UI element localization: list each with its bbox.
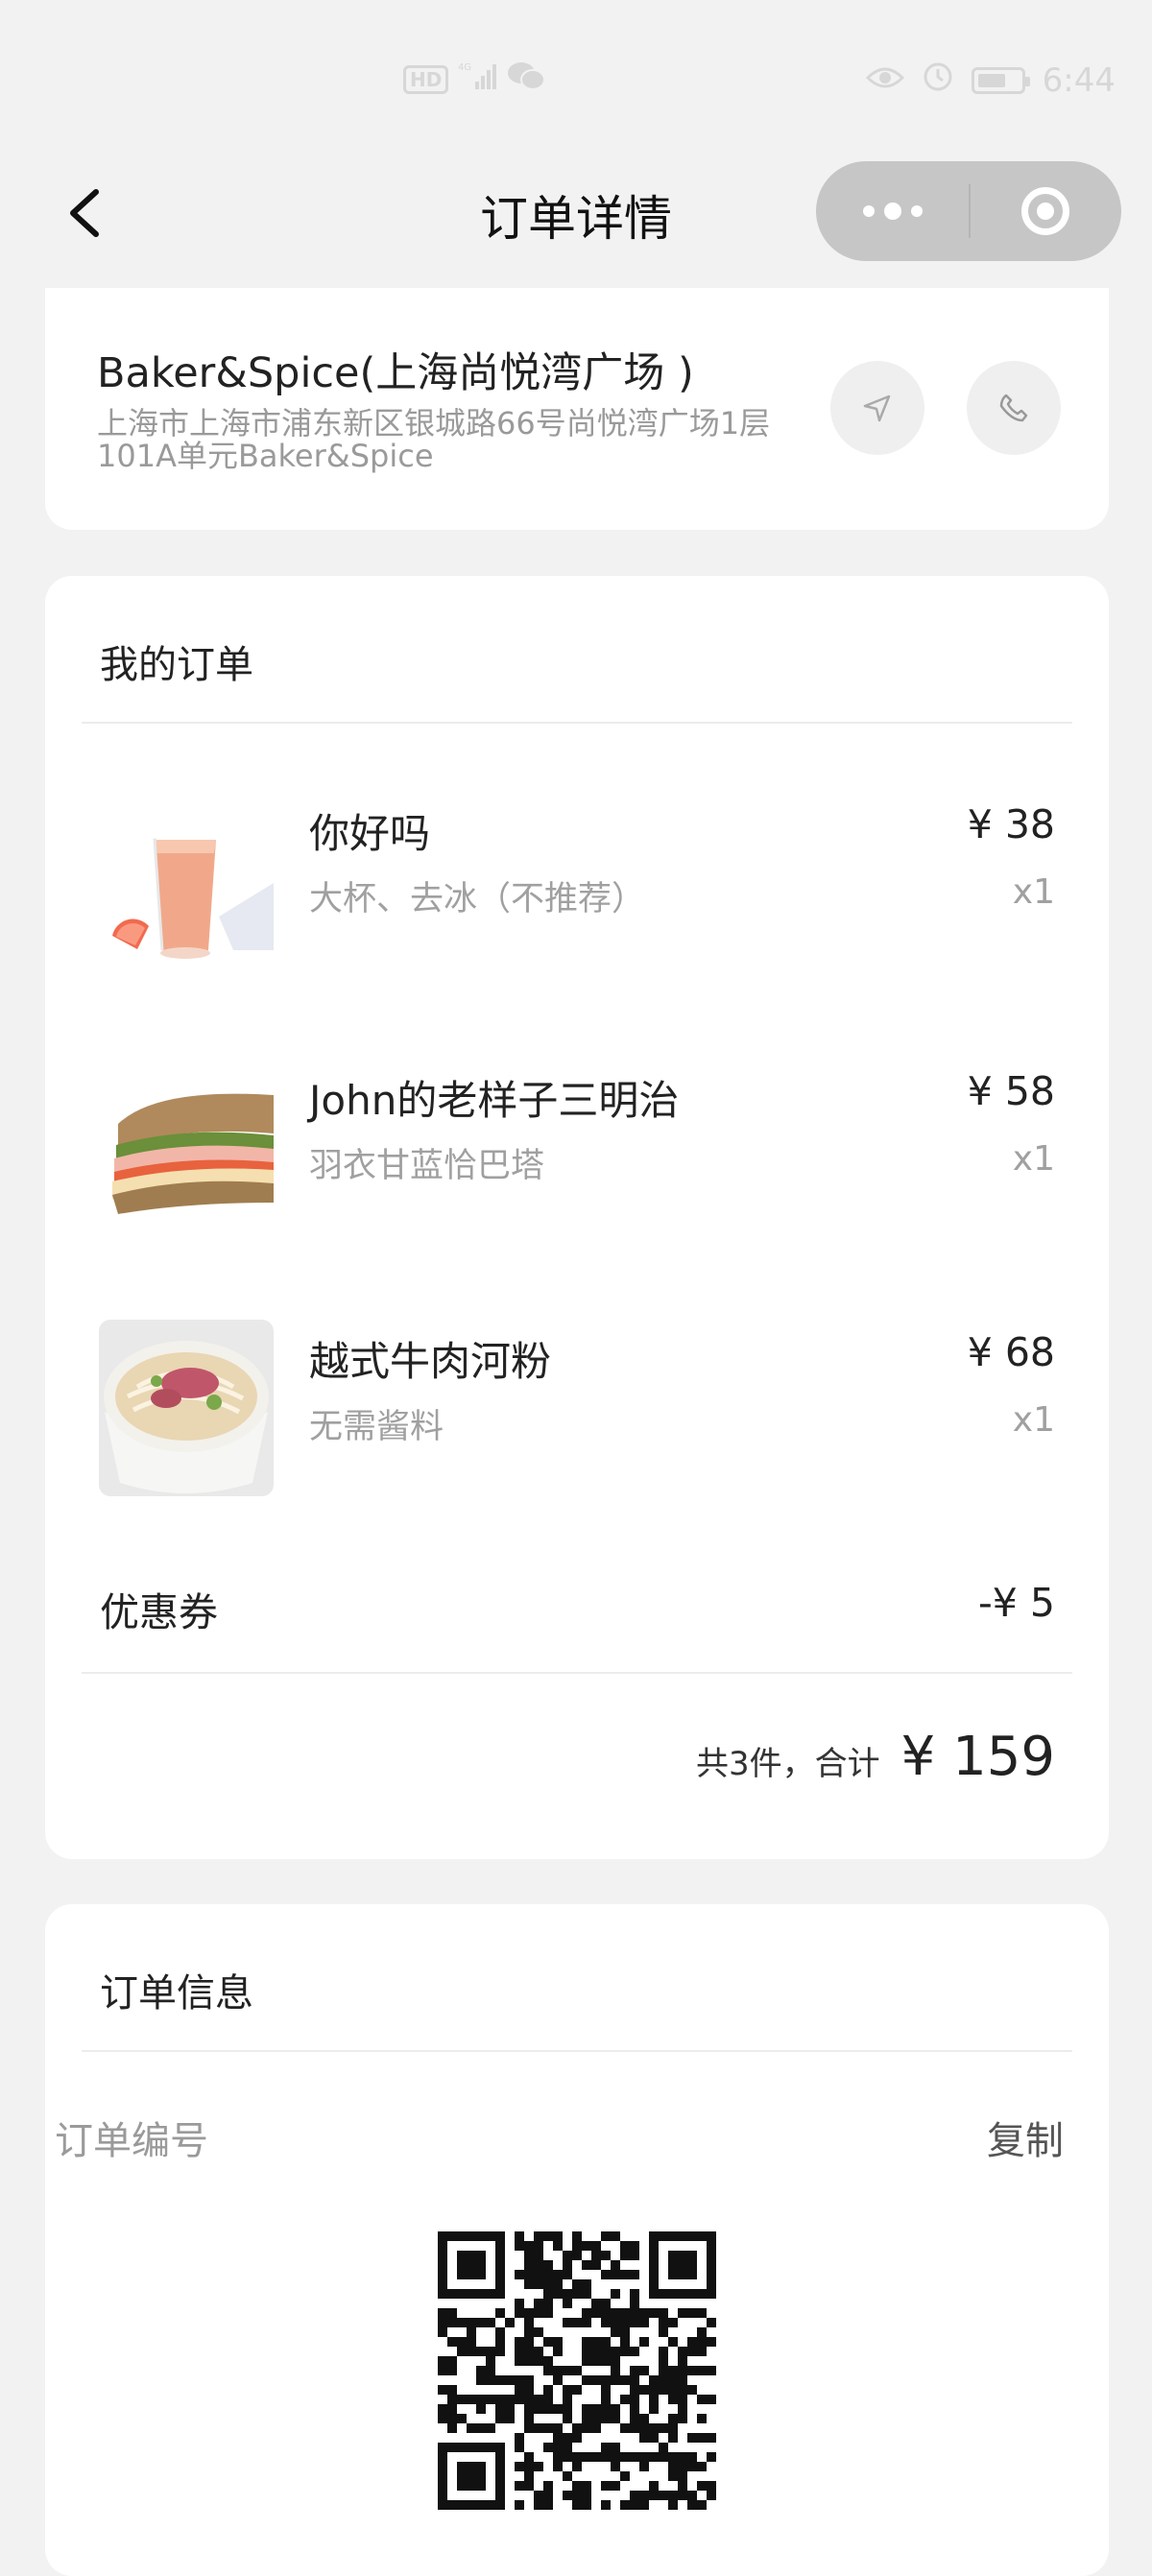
hd-icon: HD (403, 64, 449, 94)
navigate-button[interactable] (830, 361, 924, 455)
copy-button[interactable]: 复制 (987, 2110, 1064, 2165)
store-card: Baker&Spice(上海尚悦湾广场 ) 上海市上海市浦东新区银城路66号尚悦… (45, 288, 1109, 530)
order-item[interactable]: 越式牛肉河粉 无需酱料 ¥ 68 x1 (45, 1320, 1109, 1498)
order-number-label: 订单编号 (55, 2119, 208, 2163)
store-name: Baker&Spice(上海尚悦湾广场 ) (97, 349, 694, 397)
item-quantity: x1 (1012, 1139, 1055, 1179)
mini-program-capsule (816, 161, 1121, 261)
order-section-title: 我的订单 (100, 643, 253, 687)
status-time: 6:44 (1042, 60, 1116, 100)
alarm-icon (922, 60, 954, 101)
battery-icon (971, 66, 1030, 94)
divider (82, 1672, 1072, 1674)
target-icon (1020, 187, 1069, 235)
wechat-icon (506, 60, 546, 99)
store-address: 上海市上海市浦东新区银城路66号尚悦湾广场1层101A单元Baker&Spice (97, 405, 771, 474)
total-count: 共3件，合计 (696, 1745, 880, 1783)
item-image-sandwich (99, 1059, 274, 1235)
item-name: 越式牛肉河粉 (309, 1338, 552, 1385)
item-price: ¥ 68 (967, 1329, 1055, 1375)
order-card: 我的订单 你好吗 大杯、去冰（不推荐） ¥ 38 x1 John的老样子三明治 … (45, 576, 1109, 1859)
item-spec: 大杯、去冰（不推荐） (309, 880, 646, 918)
order-total: 共3件，合计 ¥ 159 (696, 1726, 1055, 1788)
phone-icon (999, 394, 1028, 422)
divider (82, 722, 1072, 724)
item-name: John的老样子三明治 (309, 1077, 680, 1124)
status-left-group: HD 4G (403, 60, 546, 99)
order-item[interactable]: 你好吗 大杯、去冰（不推荐） ¥ 38 x1 (45, 792, 1109, 970)
item-spec: 羽衣甘蓝恰巴塔 (309, 1147, 545, 1185)
item-price: ¥ 38 (967, 801, 1055, 847)
item-quantity: x1 (1012, 872, 1055, 912)
eye-icon (865, 61, 904, 100)
item-spec: 无需酱料 (309, 1408, 444, 1446)
call-button[interactable] (967, 361, 1061, 455)
order-info-title: 订单信息 (100, 1971, 253, 2015)
more-dots-icon (883, 203, 901, 220)
item-image-pho (99, 1320, 274, 1496)
total-amount: ¥ 159 (900, 1726, 1055, 1788)
divider (82, 2050, 1072, 2052)
more-dots-icon (862, 205, 875, 217)
signal-icon: 4G (458, 60, 497, 98)
order-item[interactable]: John的老样子三明治 羽衣甘蓝恰巴塔 ¥ 58 x1 (45, 1059, 1109, 1237)
coupon-label: 优惠券 (100, 1589, 218, 1635)
more-button[interactable] (816, 161, 969, 261)
status-right-group: 6:44 (865, 60, 1116, 101)
status-bar: HD 4G 6:44 (0, 0, 1152, 163)
qr-code-icon (438, 2231, 716, 2510)
more-dots-icon (910, 205, 923, 217)
network-label: 4G (458, 62, 471, 73)
navigation-arrow-icon (863, 394, 891, 422)
item-price: ¥ 58 (967, 1068, 1055, 1114)
close-mini-program-button[interactable] (969, 161, 1121, 261)
item-image-smoothie (99, 792, 274, 968)
coupon-value: -¥ 5 (978, 1580, 1055, 1626)
item-name: 你好吗 (309, 810, 431, 857)
item-quantity: x1 (1012, 1400, 1055, 1440)
